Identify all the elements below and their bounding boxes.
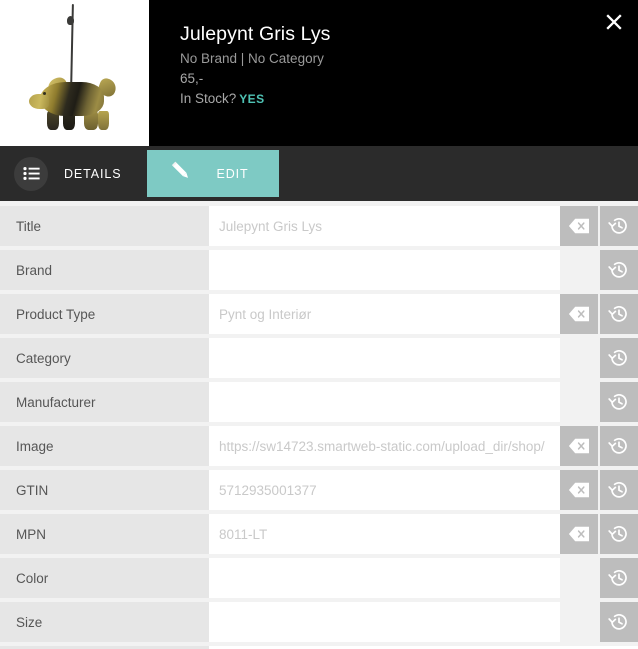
restore-field-button[interactable]	[600, 470, 638, 510]
form-row: Image https://sw14723.smartweb-static.com…	[0, 426, 638, 466]
restore-history-icon	[608, 614, 627, 630]
pig-eye	[43, 92, 46, 95]
tab-details[interactable]: DETAILS	[14, 146, 143, 201]
field-label: Color	[0, 558, 209, 598]
field-label: Product Type	[0, 294, 209, 334]
field-input[interactable]: 5712935001377	[209, 470, 560, 510]
restore-history-icon	[608, 570, 627, 586]
close-icon	[606, 14, 622, 30]
field-label: Category	[0, 338, 209, 378]
backspace-icon	[568, 438, 589, 454]
product-header: Julepynt Gris Lys No Brand | No Category…	[0, 0, 638, 146]
form-row: MPN 8011-LT	[0, 514, 638, 554]
brand-category-label: No Brand | No Category	[180, 51, 324, 66]
restore-field-button[interactable]	[600, 294, 638, 334]
product-thumbnail	[0, 0, 149, 146]
pencil-icon-glyph	[172, 161, 189, 178]
form-row: GTIN 5712935001377	[0, 470, 638, 510]
restore-field-button[interactable]	[600, 514, 638, 554]
field-input[interactable]: 8011-LT	[209, 514, 560, 554]
pig-ornament-image	[28, 75, 120, 130]
clear-field-button[interactable]	[560, 206, 598, 246]
clear-button-placeholder	[560, 338, 598, 378]
form-row: Brand	[0, 250, 638, 290]
clear-button-placeholder	[560, 558, 598, 598]
backspace-icon	[568, 482, 589, 498]
tab-edit[interactable]: EDIT	[147, 150, 279, 197]
field-input[interactable]: Pynt og Interiør	[209, 294, 560, 334]
restore-field-button[interactable]	[600, 426, 638, 466]
restore-history-icon	[608, 262, 627, 278]
list-icon	[14, 156, 48, 191]
restore-history-icon	[608, 438, 627, 454]
field-label: Brand	[0, 250, 209, 290]
field-input[interactable]	[209, 250, 560, 290]
pig-leg	[98, 111, 109, 130]
form-row: Manufacturer	[0, 382, 638, 422]
product-price-label: 65,-	[180, 71, 204, 86]
field-label: Image	[0, 426, 209, 466]
list-icon-glyph	[22, 167, 40, 180]
field-input[interactable]	[209, 338, 560, 378]
restore-history-icon	[608, 306, 627, 322]
field-input[interactable]	[209, 602, 560, 642]
backspace-icon	[568, 526, 589, 542]
field-input[interactable]: Julepynt Gris Lys	[209, 206, 560, 246]
status-badge: YES	[239, 92, 265, 106]
form-row: Title Julepynt Gris Lys	[0, 206, 638, 246]
clear-button-placeholder	[560, 250, 598, 290]
tab-bar: DETAILS EDIT	[0, 146, 638, 201]
field-label: MPN	[0, 514, 209, 554]
clear-field-button[interactable]	[560, 294, 598, 334]
clear-field-button[interactable]	[560, 514, 598, 554]
restore-history-icon	[608, 482, 627, 498]
backspace-icon	[568, 306, 589, 322]
page-title: Julepynt Gris Lys	[180, 23, 331, 45]
form-row: Color	[0, 558, 638, 598]
stock-question-label: In Stock?	[180, 91, 237, 106]
restore-field-button[interactable]	[600, 206, 638, 246]
field-label: Manufacturer	[0, 382, 209, 422]
product-edit-form: Title Julepynt Gris Lys Brand Product Type P…	[0, 201, 638, 649]
pig-snout	[29, 94, 49, 109]
pig-body	[40, 82, 104, 116]
form-row: Product Type Pynt og Interiør	[0, 294, 638, 334]
restore-field-button[interactable]	[600, 602, 638, 642]
restore-history-icon	[608, 526, 627, 542]
restore-field-button[interactable]	[600, 558, 638, 598]
restore-field-button[interactable]	[600, 338, 638, 378]
field-input[interactable]	[209, 382, 560, 422]
clear-button-placeholder	[560, 382, 598, 422]
restore-history-icon	[608, 218, 627, 234]
restore-field-button[interactable]	[600, 382, 638, 422]
stock-status: In Stock? YES	[180, 89, 638, 109]
field-input[interactable]	[209, 558, 560, 598]
tab-edit-label: EDIT	[216, 166, 249, 181]
clear-button-placeholder	[560, 602, 598, 642]
field-label: Title	[0, 206, 209, 246]
form-row: Category	[0, 338, 638, 378]
pencil-icon	[169, 159, 194, 189]
close-button[interactable]	[598, 6, 630, 38]
product-info: Julepynt Gris Lys No Brand | No Category…	[149, 0, 638, 146]
field-label: GTIN	[0, 470, 209, 510]
form-row: Size	[0, 602, 638, 642]
clear-field-button[interactable]	[560, 426, 598, 466]
clear-field-button[interactable]	[560, 470, 598, 510]
field-label: Size	[0, 602, 209, 642]
backspace-icon	[568, 218, 589, 234]
field-input[interactable]: https://sw14723.smartweb-static.com/uplo…	[209, 426, 560, 466]
ornament-knot	[67, 16, 74, 25]
restore-history-icon	[608, 394, 627, 410]
restore-field-button[interactable]	[600, 250, 638, 290]
tab-details-label: DETAILS	[64, 166, 122, 181]
restore-history-icon	[608, 350, 627, 366]
